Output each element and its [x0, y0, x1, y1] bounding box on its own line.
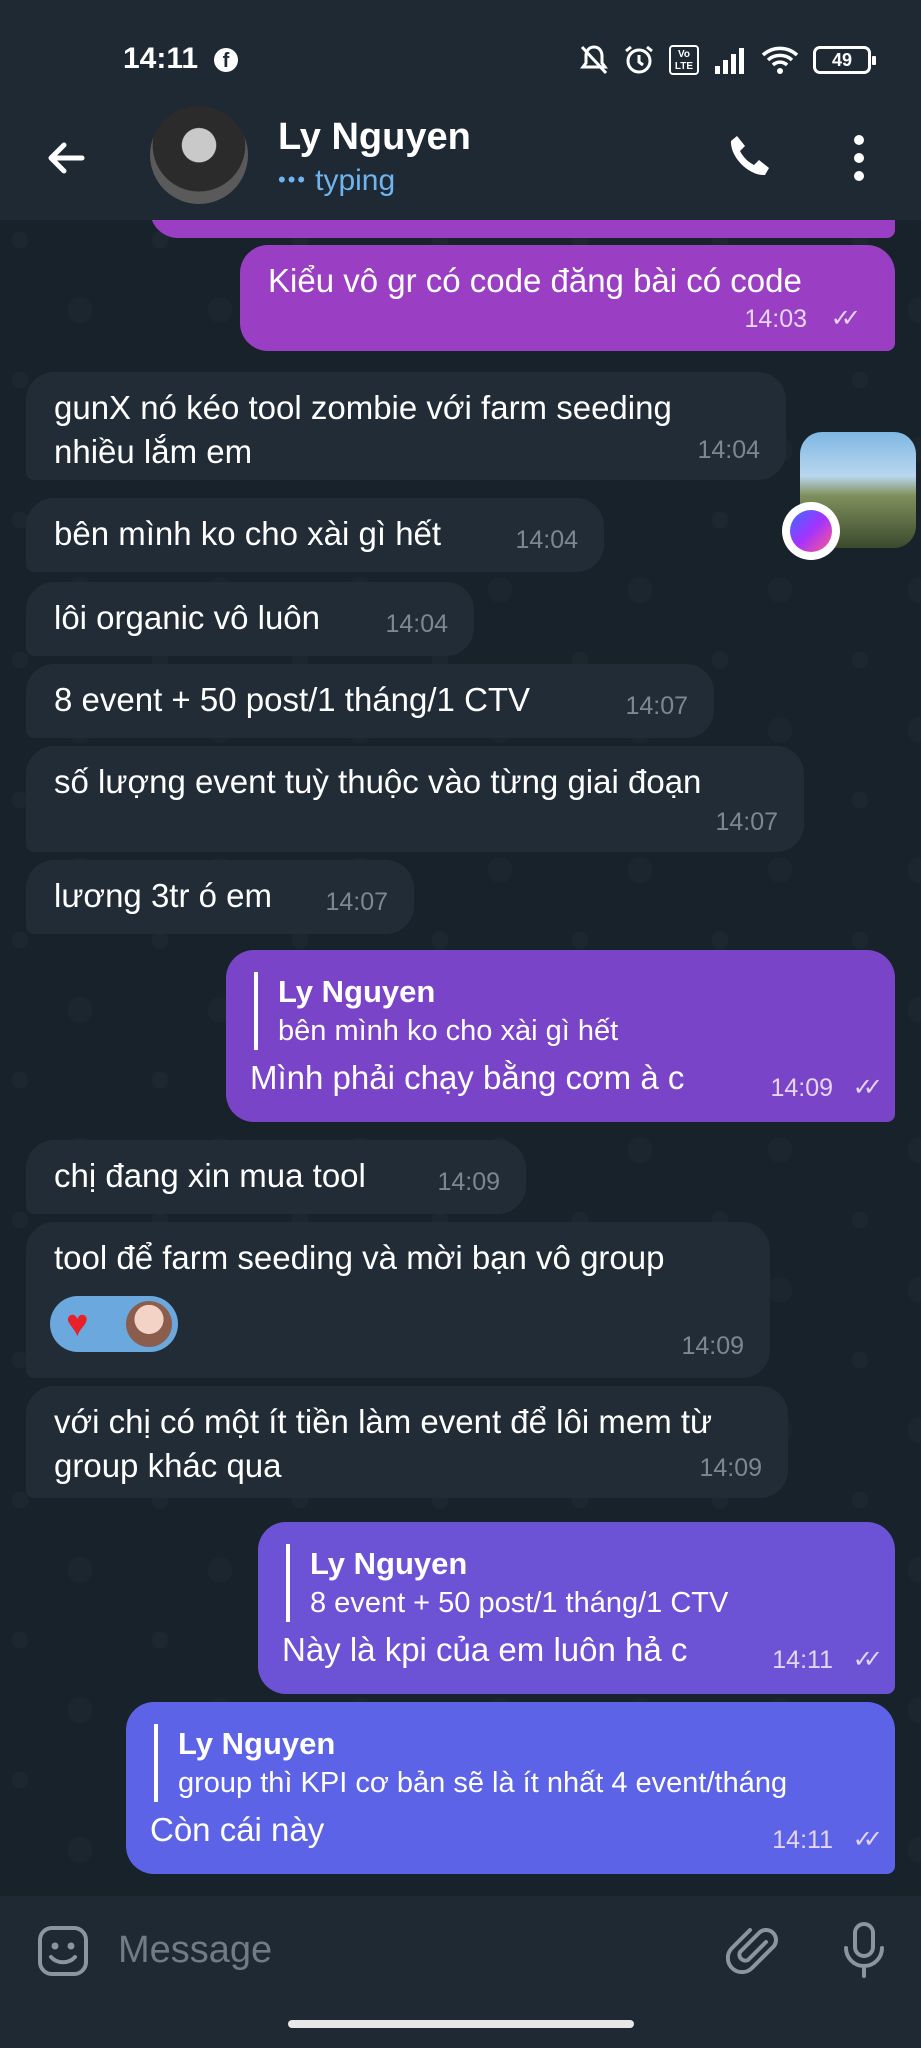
- typing-label: typing: [315, 164, 396, 197]
- message-bubble-incoming[interactable]: bên mình ko cho xài gì hết 14:04: [26, 498, 604, 572]
- message-text: lương 3tr ó em: [54, 877, 272, 914]
- message-bubble-incoming[interactable]: 8 event + 50 post/1 tháng/1 CTV 14:07: [26, 664, 714, 738]
- message-text: 8 event + 50 post/1 tháng/1 CTV: [54, 681, 531, 718]
- message-text: Mình phải chạy bằng cơm à c: [250, 1059, 685, 1096]
- message-text: gunX nó kéo tool zombie với farm seeding…: [54, 389, 672, 470]
- message-text: tool để farm seeding và mời bạn vô group: [54, 1239, 665, 1276]
- message-time: 14:09: [681, 1332, 744, 1360]
- message-time: 14:04: [515, 526, 578, 554]
- message-time: 14:04: [385, 610, 448, 638]
- reactor-avatar: [126, 1301, 172, 1347]
- reaction-badge[interactable]: ♥: [50, 1296, 178, 1352]
- message-bubble-incoming[interactable]: lương 3tr ó em 14:07: [26, 860, 414, 934]
- message-bubble-incoming[interactable]: số lượng event tuỳ thuộc vào từng giai đ…: [26, 746, 804, 852]
- message-input-bar: [0, 1896, 921, 2004]
- status-bar: 14:11 f Vo LTE 49: [0, 0, 921, 112]
- message-bubble-partial: [150, 220, 895, 238]
- facebook-notification-icon: f: [214, 48, 238, 72]
- reply-text: bên mình ko cho xài gì hết: [278, 1015, 619, 1047]
- wifi-icon: [761, 46, 799, 74]
- reply-quote[interactable]: Ly Nguyen bên mình ko cho xài gì hết: [254, 972, 867, 1050]
- reply-quote[interactable]: Ly Nguyen group thì KPI cơ bản sẽ là ít …: [154, 1724, 867, 1802]
- message-bubble-incoming[interactable]: tool để farm seeding và mời bạn vô group…: [26, 1222, 770, 1378]
- reply-author: Ly Nguyen: [310, 1546, 468, 1581]
- message-bubble-outgoing[interactable]: Kiểu vô gr có code đăng bài có code 14:0…: [240, 245, 895, 351]
- more-options-icon[interactable]: [833, 130, 885, 186]
- message-text: số lượng event tuỳ thuộc vào từng giai đ…: [54, 763, 702, 800]
- phone-icon[interactable]: [723, 130, 775, 182]
- mute-bell-icon: [580, 45, 608, 75]
- contact-avatar[interactable]: [150, 106, 248, 204]
- messenger-icon: [782, 502, 840, 560]
- message-input[interactable]: [118, 1920, 678, 1980]
- alarm-icon: [625, 45, 653, 74]
- message-time: 14:07: [625, 692, 688, 720]
- typing-status: ••• typing: [278, 164, 395, 198]
- reply-author: Ly Nguyen: [178, 1726, 336, 1761]
- message-time: 14:09: [770, 1074, 833, 1102]
- message-bubble-outgoing-reply[interactable]: Ly Nguyen group thì KPI cơ bản sẽ là ít …: [126, 1702, 895, 1874]
- emoji-sticker-icon[interactable]: [36, 1924, 90, 1978]
- battery-icon: 49: [813, 46, 876, 74]
- message-time: 14:09: [437, 1168, 500, 1196]
- message-text: Này là kpi của em luôn hả c: [282, 1631, 688, 1668]
- read-ticks-icon: ✓✓: [852, 1646, 883, 1673]
- reply-text: 8 event + 50 post/1 tháng/1 CTV: [310, 1587, 729, 1619]
- contact-name[interactable]: Ly Nguyen: [278, 116, 471, 159]
- message-text: lôi organic vô luôn: [54, 599, 320, 636]
- message-text: chị đang xin mua tool: [54, 1157, 366, 1194]
- status-time: 14:11: [123, 42, 199, 75]
- message-bubble-incoming[interactable]: chị đang xin mua tool 14:09: [26, 1140, 526, 1214]
- system-navigation-bar: [0, 2004, 921, 2048]
- message-time: 14:09: [699, 1454, 762, 1482]
- message-bubble-outgoing-reply[interactable]: Ly Nguyen 8 event + 50 post/1 tháng/1 CT…: [258, 1522, 895, 1694]
- reply-text: group thì KPI cơ bản sẽ là ít nhất 4 eve…: [178, 1767, 788, 1799]
- reply-author: Ly Nguyen: [278, 974, 436, 1009]
- message-time: 14:07: [715, 808, 778, 836]
- message-time: 14:07: [325, 888, 388, 916]
- message-time: 14:11: [772, 1826, 833, 1854]
- message-time: 14:03: [744, 305, 807, 333]
- typing-dots-icon: •••: [278, 167, 308, 192]
- status-icons: Vo LTE 49: [579, 40, 876, 80]
- chat-header: Ly Nguyen ••• typing: [0, 106, 921, 220]
- message-bubble-incoming[interactable]: lôi organic vô luôn 14:04: [26, 582, 474, 656]
- message-bubble-incoming[interactable]: với chị có một ít tiền làm event để lôi …: [26, 1386, 788, 1498]
- message-bubble-outgoing-reply[interactable]: Ly Nguyen bên mình ko cho xài gì hết Mìn…: [226, 950, 895, 1122]
- message-text: với chị có một ít tiền làm event để lôi …: [54, 1403, 713, 1484]
- signal-icon: [715, 48, 744, 74]
- chat-messages-area[interactable]: Kiểu vô gr có code đăng bài có code 14:0…: [0, 220, 921, 1896]
- reply-quote[interactable]: Ly Nguyen 8 event + 50 post/1 tháng/1 CT…: [286, 1544, 867, 1622]
- heart-reaction-icon: ♥: [66, 1303, 89, 1345]
- message-bubble-incoming[interactable]: gunX nó kéo tool zombie với farm seeding…: [26, 372, 786, 480]
- read-ticks-icon: ✓✓: [852, 1826, 883, 1853]
- message-text: Kiểu vô gr có code đăng bài có code: [268, 262, 802, 299]
- attach-paperclip-icon[interactable]: [726, 1922, 782, 1978]
- volte-icon: Vo LTE: [669, 45, 699, 75]
- home-indicator[interactable]: [288, 2020, 634, 2028]
- message-time: 14:04: [697, 436, 760, 464]
- message-time: 14:11: [772, 1646, 833, 1674]
- read-ticks-icon: ✓✓: [852, 1074, 883, 1101]
- read-ticks-icon: ✓✓: [830, 305, 861, 332]
- message-text: Còn cái này: [150, 1811, 325, 1848]
- back-arrow-icon[interactable]: [42, 134, 90, 182]
- message-text: bên mình ko cho xài gì hết: [54, 515, 442, 552]
- microphone-icon[interactable]: [836, 1920, 892, 1980]
